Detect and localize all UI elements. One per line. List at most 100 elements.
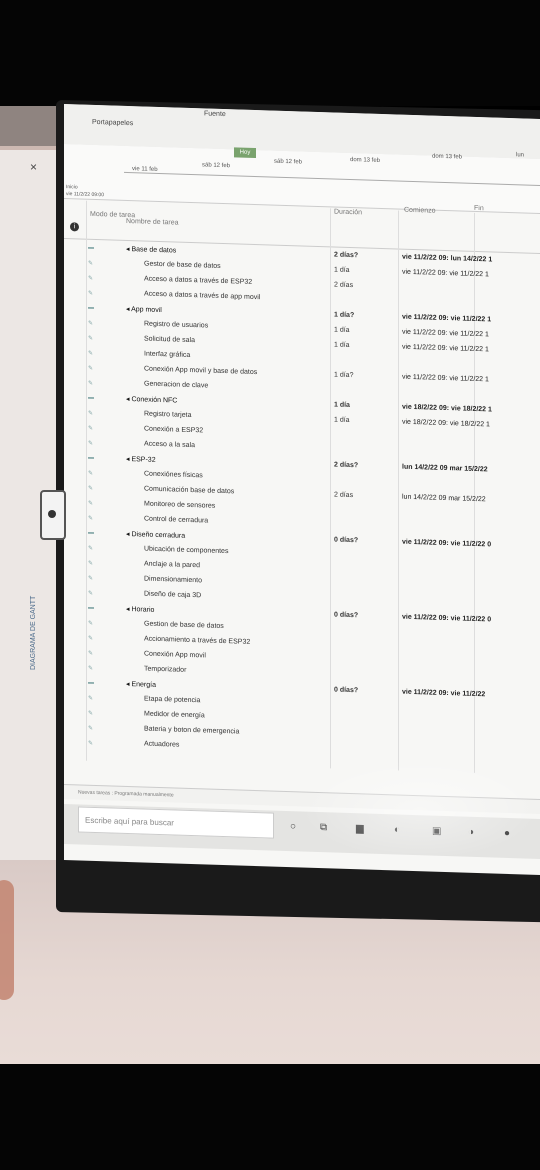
task-start-end: vie 11/2/22 09: vie 11/2/22 0: [402, 613, 492, 624]
font-group-label: Fuente: [204, 110, 226, 119]
timeline-axis: [124, 171, 540, 186]
task-name: Accionamiento a través de ESP32: [144, 635, 251, 646]
manual-task-icon: ✎: [88, 350, 94, 357]
task-duration: 2 días?: [334, 461, 359, 470]
close-icon[interactable]: ×: [30, 160, 37, 174]
manual-task-icon: ✎: [88, 500, 94, 507]
task-name: Gestor de base de datos: [144, 260, 221, 270]
task-name: Bateria y boton de emergencia: [144, 725, 240, 736]
task-name: Anclaje a la pared: [144, 560, 201, 570]
info-icon: i: [70, 222, 79, 232]
task-start-end: vie 11/2/22 09: vie 11/2/22 1: [402, 268, 489, 279]
task-duration: 0 días?: [334, 686, 359, 695]
task-name: Interfaz gráfica: [144, 350, 191, 359]
task-name: ◂ Base de datos: [126, 245, 177, 255]
manual-task-icon: ✎: [88, 545, 94, 552]
column-header-duration[interactable]: Duración: [334, 208, 362, 216]
task-name: ◂ ESP-32: [126, 455, 156, 464]
task-name: Conexión a ESP32: [144, 425, 204, 435]
task-start-end: vie 11/2/22 09: vie 11/2/22 1: [402, 343, 489, 354]
photo-scene: × DIAGRAMA DE GANTT Portapapeles Fuente …: [0, 0, 540, 1170]
photo-bottom-dark: [0, 1064, 540, 1170]
task-name: Solicitud de sala: [144, 335, 195, 345]
manual-task-icon: ✎: [88, 575, 94, 582]
task-start-end: vie 11/2/22 09: vie 11/2/22 0: [402, 538, 492, 549]
manual-task-icon: ✎: [88, 665, 94, 672]
task-duration: 1 día?: [334, 311, 355, 320]
manual-task-icon: ✎: [88, 485, 94, 492]
task-name: Generacion de clave: [144, 380, 209, 390]
task-name: ◂ Horario: [126, 605, 155, 614]
finger: [0, 880, 14, 1000]
column-header-end[interactable]: Fin: [474, 205, 484, 212]
task-name: Acceso a datos a través de app movil: [144, 290, 261, 302]
timeline-start: Inicio vie 11/2/22 09:00: [66, 184, 104, 199]
manual-task-icon: ✎: [88, 470, 94, 477]
task-name: Acceso a datos a través de ESP32: [144, 275, 253, 286]
manual-task-icon: ✎: [88, 740, 94, 747]
task-start-end: vie 11/2/22 09: lun 14/2/22 1: [402, 253, 493, 264]
task-duration: 1 día?: [334, 371, 354, 380]
task-name: Medidor de energía: [144, 710, 205, 720]
column-header-start[interactable]: Comienzo: [404, 207, 436, 215]
task-name: Registro tarjeta: [144, 410, 192, 420]
summary-task-icon: ▬: [88, 244, 94, 251]
summary-task-icon: ▬: [88, 529, 94, 536]
manual-task-icon: ✎: [88, 320, 94, 327]
manual-task-icon: ✎: [88, 725, 94, 732]
manual-task-icon: ✎: [88, 590, 94, 597]
task-name: ◂ Energía: [126, 680, 156, 689]
manual-task-icon: ✎: [88, 425, 94, 432]
manual-task-icon: ✎: [88, 335, 94, 342]
task-start-end: vie 11/2/22 09: vie 11/2/22 1: [402, 328, 489, 339]
task-name: Dimensionamiento: [144, 575, 202, 585]
task-start-end: lun 14/2/22 09 mar 15/2/22: [402, 463, 488, 474]
manual-task-icon: ✎: [88, 695, 94, 702]
today-marker: Hoy: [234, 147, 256, 159]
task-name: Conexión App movil: [144, 650, 206, 660]
cortana-icon[interactable]: ○: [290, 821, 296, 832]
task-duration: 2 días: [334, 491, 354, 500]
column-header-name[interactable]: Nombre de tarea: [126, 218, 179, 227]
timeline-date: vie 11 feb: [132, 166, 158, 173]
task-start-end: lun 14/2/22 09 mar 15/2/22: [402, 493, 486, 504]
manual-task-icon: ✎: [88, 380, 94, 387]
manual-task-icon: ✎: [88, 560, 94, 567]
manual-task-icon: ✎: [88, 290, 94, 297]
task-name: Acceso a la sala: [144, 440, 195, 450]
task-duration: 1 día: [334, 266, 350, 274]
task-duration: 1 día: [334, 401, 350, 409]
summary-task-icon: ▬: [88, 394, 94, 401]
task-name: Conexiónes físicas: [144, 470, 203, 480]
task-name: Actuadores: [144, 740, 180, 749]
task-name: Gestion de base de datos: [144, 620, 224, 631]
task-name: ◂ App movil: [126, 305, 162, 315]
task-duration: 0 días?: [334, 611, 359, 620]
task-name: ◂ Conexión NFC: [126, 395, 178, 405]
task-duration: 2 días: [334, 281, 354, 290]
manual-task-icon: ✎: [88, 275, 94, 282]
manual-task-icon: ✎: [88, 710, 94, 717]
task-name: ◂ Diseño cerradura: [126, 530, 186, 540]
task-name: Comunicación base de datos: [144, 485, 235, 496]
timeline-date: dom 13 feb: [350, 156, 381, 164]
manual-task-icon: ✎: [88, 635, 94, 642]
camera-clip: [40, 490, 66, 540]
task-name: Registro de usuarios: [144, 320, 209, 330]
summary-task-icon: ▬: [88, 679, 94, 686]
task-start-end: vie 18/2/22 09: vie 18/2/22 1: [402, 418, 490, 429]
manual-task-icon: ✎: [88, 650, 94, 657]
task-name: Etapa de potencia: [144, 695, 201, 705]
manual-task-icon: ✎: [88, 515, 94, 522]
timeline-date: dom 13 feb: [432, 153, 463, 161]
manual-task-icon: ✎: [88, 260, 94, 267]
taskbar-search-input[interactable]: Escribe aquí para buscar: [78, 806, 274, 839]
task-name: Conexión App movil y base de datos: [144, 365, 258, 377]
timeline-start-value: vie 11/2/22 09:00: [66, 191, 104, 199]
photo-top-dark: [0, 0, 540, 106]
task-start-end: vie 11/2/22 09: vie 11/2/22 1: [402, 313, 492, 324]
ceiling-beam: [0, 106, 64, 146]
task-start-end: vie 18/2/22 09: vie 18/2/22 1: [402, 403, 492, 414]
task-duration: 2 días?: [334, 251, 359, 260]
task-name: Temporizador: [144, 665, 187, 674]
